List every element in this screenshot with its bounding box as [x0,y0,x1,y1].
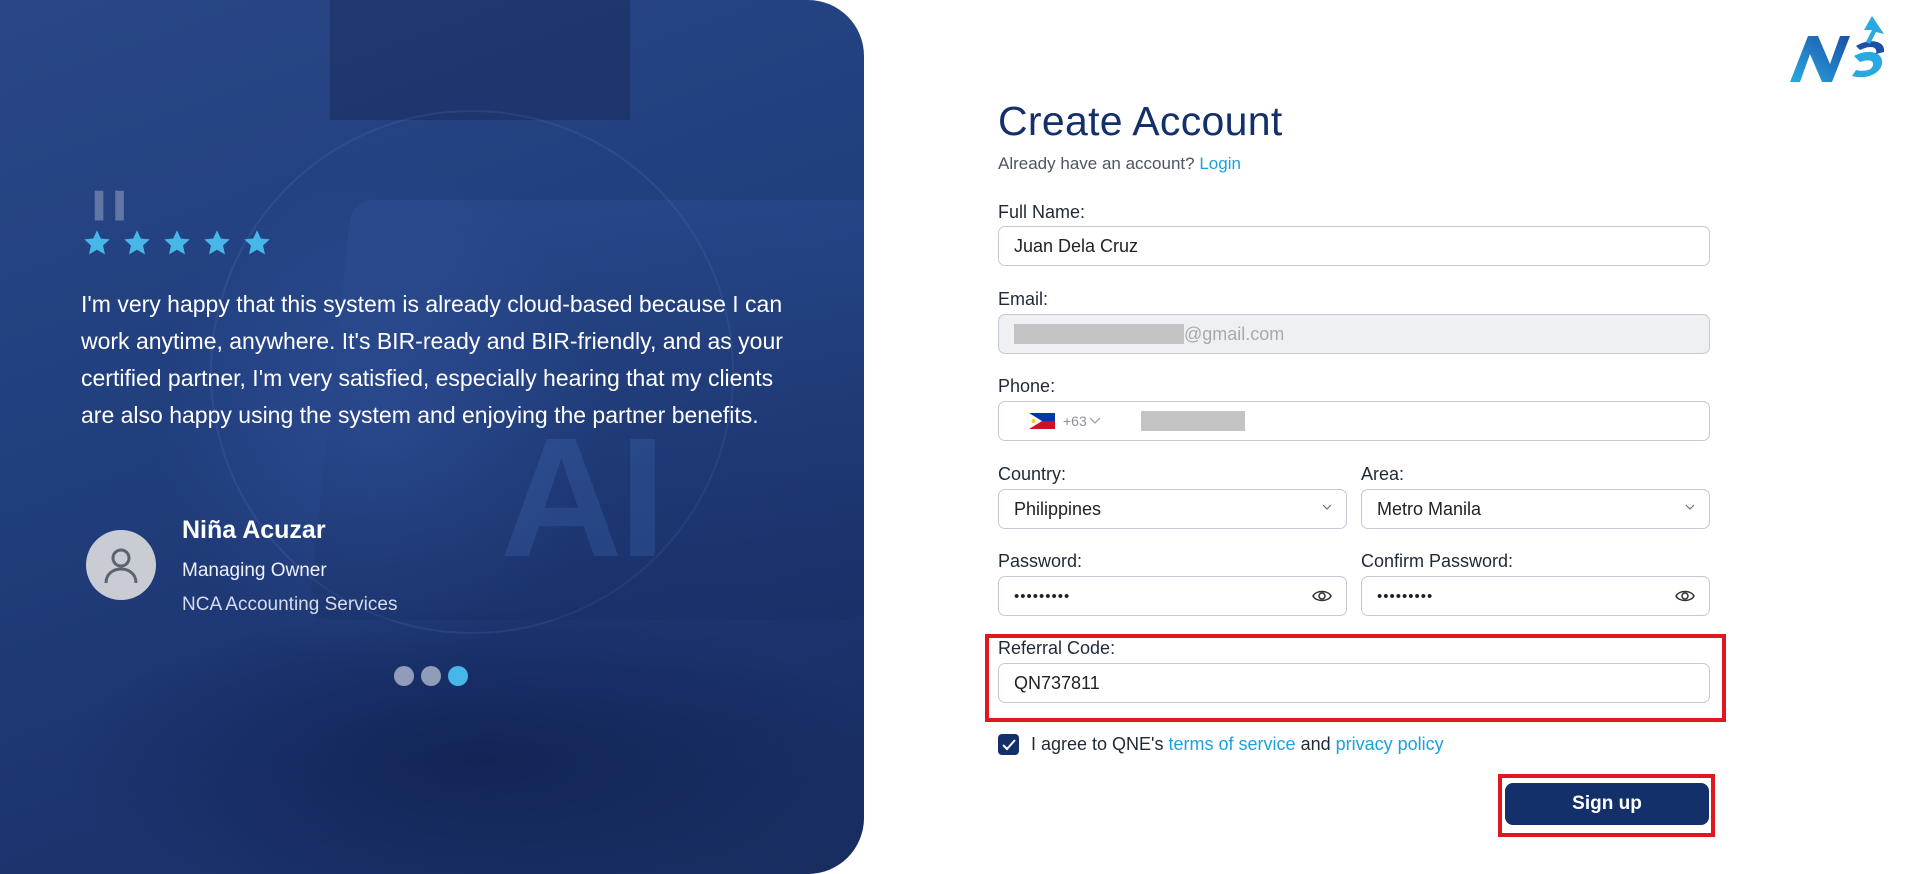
privacy-policy-link[interactable]: privacy policy [1336,734,1444,754]
star-icon [164,230,190,255]
redacted-email-user [1014,324,1184,344]
country-select[interactable]: Philippines [998,489,1347,529]
area-value: Metro Manila [1377,498,1482,519]
confirm-password-field[interactable]: ••••••••• [1361,576,1710,616]
password-label: Password: [998,551,1083,571]
referral-code-input[interactable]: QN737811 [998,663,1710,703]
eye-icon[interactable] [1675,588,1695,604]
full-name-label: Full Name: [998,202,1086,222]
password-value: ••••••••• [1014,587,1071,605]
full-name-value: Juan Dela Cruz [1014,235,1139,256]
testimonial-quote: I'm very happy that this system is alrea… [81,291,783,428]
login-link[interactable]: Login [1199,154,1241,173]
phone-country-code[interactable]: +63 [1063,413,1087,429]
star-icon [84,230,110,255]
author-company: NCA Accounting Services [182,594,398,615]
area-select[interactable]: Metro Manila [1361,489,1710,529]
page-title: Create Account [998,98,1283,144]
check-icon [1001,738,1016,750]
star-icon [124,230,150,255]
user-icon [86,530,156,600]
phone-label: Phone: [998,376,1056,396]
chevron-down-icon [1322,504,1332,510]
referral-code-value: QN737811 [1014,672,1100,693]
chevron-down-icon[interactable] [1089,416,1101,426]
author-role: Managing Owner [182,560,327,581]
signup-button[interactable]: Sign up [1505,783,1709,825]
redacted-phone-number [1140,411,1245,431]
carousel-dot-2[interactable] [421,666,441,686]
password-field[interactable]: ••••••••• [998,576,1347,616]
area-label: Area: [1361,464,1405,484]
star-icon [244,230,270,255]
carousel-dot-1[interactable] [394,666,414,686]
author-name: Niña Acuzar [182,516,326,544]
agree-text: I agree to QNE's terms of service and pr… [1031,734,1444,755]
eye-icon[interactable] [1312,588,1332,604]
email-domain: @gmail.com [1184,323,1285,344]
country-label: Country: [998,464,1067,484]
login-prompt: Already have an account? Login [998,154,1241,174]
country-value: Philippines [1014,498,1102,519]
confirm-password-label: Confirm Password: [1361,551,1514,571]
agree-prefix: I agree to QNE's [1031,734,1164,754]
rating-stars [82,228,272,258]
testimonial-panel: AI " I'm very happy that this system is … [0,0,864,874]
philippines-flag-icon [1029,413,1055,429]
login-prompt-text: Already have an account? [998,154,1195,173]
star-icon [204,230,230,255]
agree-and: and [1300,734,1331,754]
qne-n3-logo [1790,16,1885,82]
agree-checkbox[interactable] [998,734,1019,755]
phone-field[interactable]: +63 [998,401,1710,441]
email-field[interactable]: @gmail.com [998,314,1710,354]
carousel-dots [394,666,468,686]
email-label: Email: [998,289,1049,309]
full-name-input[interactable]: Juan Dela Cruz [998,226,1710,266]
chevron-down-icon [1685,504,1695,510]
confirm-password-value: ••••••••• [1377,587,1434,605]
referral-code-label: Referral Code: [998,638,1116,658]
terms-of-service-link[interactable]: terms of service [1169,734,1296,754]
carousel-dot-3[interactable] [448,666,468,686]
background-shape [330,0,630,120]
